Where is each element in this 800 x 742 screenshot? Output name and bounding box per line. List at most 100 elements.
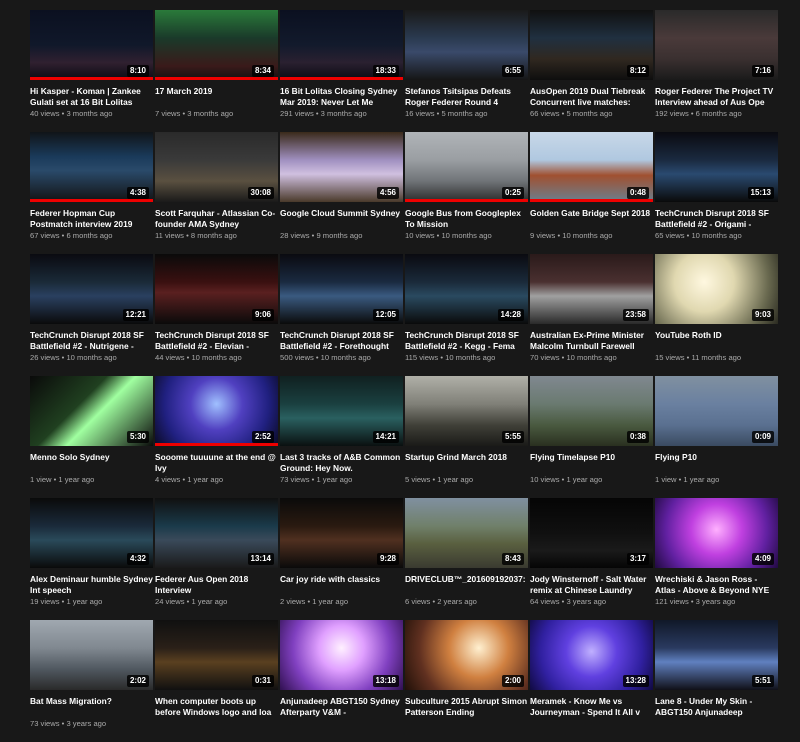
video-card[interactable]: 4:56 Google Cloud Summit Sydney 28 views…	[280, 132, 403, 254]
video-card[interactable]: 14:28 TechCrunch Disrupt 2018 SF Battlef…	[405, 254, 528, 376]
video-thumbnail[interactable]: 15:13	[655, 132, 778, 202]
video-thumbnail[interactable]: 8:10	[30, 10, 153, 80]
video-card[interactable]: 7:16 Roger Federer The Project TV Interv…	[655, 10, 778, 132]
video-card[interactable]: 8:34 17 March 2019 7 views • 3 months ag…	[155, 10, 278, 132]
video-card[interactable]: 5:55 Startup Grind March 2018 5 views • …	[405, 376, 528, 498]
video-title[interactable]: Anjunadeep ABGT150 Sydney Afterparty V&M…	[280, 696, 403, 717]
video-title[interactable]: Google Cloud Summit Sydney	[280, 208, 403, 229]
video-thumbnail[interactable]: 0:38	[530, 376, 653, 446]
video-card[interactable]: 5:30 Menno Solo Sydney 1 view • 1 year a…	[30, 376, 153, 498]
video-title[interactable]: Bat Mass Migration?	[30, 696, 153, 717]
video-card[interactable]: 2:02 Bat Mass Migration? 73 views • 3 ye…	[30, 620, 153, 742]
video-thumbnail[interactable]: 13:28	[530, 620, 653, 690]
video-thumbnail[interactable]: 14:28	[405, 254, 528, 324]
video-title[interactable]: 17 March 2019	[155, 86, 278, 107]
video-card[interactable]: 4:38 Federer Hopman Cup Postmatch interv…	[30, 132, 153, 254]
video-card[interactable]: 9:06 TechCrunch Disrupt 2018 SF Battlefi…	[155, 254, 278, 376]
video-thumbnail[interactable]: 9:06	[155, 254, 278, 324]
video-thumbnail[interactable]: 3:17	[530, 498, 653, 568]
video-card[interactable]: 9:28 Car joy ride with classics 2 views …	[280, 498, 403, 620]
video-title[interactable]: Flying Timelapse P10	[530, 452, 653, 473]
video-thumbnail[interactable]: 0:31	[155, 620, 278, 690]
video-thumbnail[interactable]: 13:18	[280, 620, 403, 690]
video-title[interactable]: Australian Ex-Prime Minister Malcolm Tur…	[530, 330, 653, 351]
video-thumbnail[interactable]: 4:32	[30, 498, 153, 568]
video-title[interactable]: Golden Gate Bridge Sept 2018	[530, 208, 653, 229]
video-card[interactable]: 12:05 TechCrunch Disrupt 2018 SF Battlef…	[280, 254, 403, 376]
video-thumbnail[interactable]: 0:48	[530, 132, 653, 202]
video-title[interactable]: Car joy ride with classics	[280, 574, 403, 595]
video-title[interactable]: Menno Solo Sydney	[30, 452, 153, 473]
video-title[interactable]: YouTube Roth ID	[655, 330, 778, 351]
video-card[interactable]: 5:51 Lane 8 - Under My Skin - ABGT150 An…	[655, 620, 778, 742]
video-card[interactable]: 4:09 Wrechiski & Jason Ross - Atlas - Ab…	[655, 498, 778, 620]
video-thumbnail[interactable]: 23:58	[530, 254, 653, 324]
video-thumbnail[interactable]: 0:25	[405, 132, 528, 202]
video-thumbnail[interactable]: 14:21	[280, 376, 403, 446]
video-thumbnail[interactable]: 8:43	[405, 498, 528, 568]
video-title[interactable]: TechCrunch Disrupt 2018 SF Battlefield #…	[280, 330, 403, 351]
video-card[interactable]: 12:21 TechCrunch Disrupt 2018 SF Battlef…	[30, 254, 153, 376]
video-title[interactable]: Stefanos Tsitsipas Defeats Roger Federer…	[405, 86, 528, 107]
video-card[interactable]: 13:18 Anjunadeep ABGT150 Sydney Afterpar…	[280, 620, 403, 742]
video-thumbnail[interactable]: 2:00	[405, 620, 528, 690]
video-thumbnail[interactable]: 6:55	[405, 10, 528, 80]
video-card[interactable]: 13:14 Federer Aus Open 2018 Interview 24…	[155, 498, 278, 620]
video-thumbnail[interactable]: 0:09	[655, 376, 778, 446]
video-title[interactable]: Flying P10	[655, 452, 778, 473]
video-thumbnail[interactable]: 13:14	[155, 498, 278, 568]
video-title[interactable]: Startup Grind March 2018	[405, 452, 528, 473]
video-card[interactable]: 0:31 When computer boots up before Windo…	[155, 620, 278, 742]
video-card[interactable]: 18:33 16 Bit Lolitas Closing Sydney Mar …	[280, 10, 403, 132]
video-thumbnail[interactable]: 4:56	[280, 132, 403, 202]
video-title[interactable]: 16 Bit Lolitas Closing Sydney Mar 2019: …	[280, 86, 403, 107]
video-title[interactable]: Scott Farquhar - Atlassian Co-founder AM…	[155, 208, 278, 229]
video-thumbnail[interactable]: 18:33	[280, 10, 403, 80]
video-title[interactable]: Jody Winsternoff - Salt Water remix at C…	[530, 574, 653, 595]
video-thumbnail[interactable]: 4:09	[655, 498, 778, 568]
video-card[interactable]: 8:12 AusOpen 2019 Dual Tiebreak Concurre…	[530, 10, 653, 132]
video-title[interactable]: Federer Hopman Cup Postmatch interview 2…	[30, 208, 153, 229]
video-title[interactable]: Roger Federer The Project TV Interview a…	[655, 86, 778, 107]
video-card[interactable]: 13:28 Meramek - Know Me vs Journeyman - …	[530, 620, 653, 742]
video-title[interactable]: TechCrunch Disrupt 2018 SF Battlefield #…	[30, 330, 153, 351]
video-title[interactable]: Last 3 tracks of A&B Common Ground: Hey …	[280, 452, 403, 473]
video-title[interactable]: TechCrunch Disrupt 2018 SF Battlefield #…	[655, 208, 778, 229]
video-thumbnail[interactable]: 5:51	[655, 620, 778, 690]
video-thumbnail[interactable]: 12:21	[30, 254, 153, 324]
video-title[interactable]: Federer Aus Open 2018 Interview	[155, 574, 278, 595]
video-thumbnail[interactable]: 12:05	[280, 254, 403, 324]
video-card[interactable]: 14:21 Last 3 tracks of A&B Common Ground…	[280, 376, 403, 498]
video-title[interactable]: AusOpen 2019 Dual Tiebreak Concurrent li…	[530, 86, 653, 107]
video-thumbnail[interactable]: 2:52	[155, 376, 278, 446]
video-card[interactable]: 8:10 Hi Kasper - Koman | Zankee Gulati s…	[30, 10, 153, 132]
video-thumbnail[interactable]: 8:12	[530, 10, 653, 80]
video-thumbnail[interactable]: 30:08	[155, 132, 278, 202]
video-thumbnail[interactable]: 5:30	[30, 376, 153, 446]
video-title[interactable]: Wrechiski & Jason Ross - Atlas - Above &…	[655, 574, 778, 595]
video-title[interactable]: Google Bus from Googleplex To Mission	[405, 208, 528, 229]
video-title[interactable]: Alex Deminaur humble Sydney Int speech	[30, 574, 153, 595]
video-card[interactable]: 3:17 Jody Winsternoff - Salt Water remix…	[530, 498, 653, 620]
video-thumbnail[interactable]: 8:34	[155, 10, 278, 80]
video-title[interactable]: TechCrunch Disrupt 2018 SF Battlefield #…	[155, 330, 278, 351]
video-title[interactable]: DRIVECLUB™_20160919203​7:	[405, 574, 528, 595]
video-card[interactable]: 0:09 Flying P10 1 view • 1 year ago	[655, 376, 778, 498]
video-thumbnail[interactable]: 9:28	[280, 498, 403, 568]
video-title[interactable]: Lane 8 - Under My Skin - ABGT150 Anjunad…	[655, 696, 778, 717]
video-card[interactable]: 6:55 Stefanos Tsitsipas Defeats Roger Fe…	[405, 10, 528, 132]
video-card[interactable]: 30:08 Scott Farquhar - Atlassian Co-foun…	[155, 132, 278, 254]
video-card[interactable]: 0:25 Google Bus from Googleplex To Missi…	[405, 132, 528, 254]
video-card[interactable]: 2:00 Subculture 2015 Abrupt Simon Patter…	[405, 620, 528, 742]
video-thumbnail[interactable]: 4:38	[30, 132, 153, 202]
video-title[interactable]: Hi Kasper - Koman | Zankee Gulati set at…	[30, 86, 153, 107]
video-card[interactable]: 8:43 DRIVECLUB™_20160919203​7: 6 views •…	[405, 498, 528, 620]
video-card[interactable]: 2:52 Sooome tuuuune at the end @ Ivy 4 v…	[155, 376, 278, 498]
video-title[interactable]: Meramek - Know Me vs Journeyman - Spend …	[530, 696, 653, 717]
video-card[interactable]: 0:48 Golden Gate Bridge Sept 2018 9 view…	[530, 132, 653, 254]
video-thumbnail[interactable]: 2:02	[30, 620, 153, 690]
video-title[interactable]: TechCrunch Disrupt 2018 SF Battlefield #…	[405, 330, 528, 351]
video-title[interactable]: When computer boots up before Windows lo…	[155, 696, 278, 717]
video-thumbnail[interactable]: 9:03	[655, 254, 778, 324]
video-card[interactable]: 0:38 Flying Timelapse P10 10 views • 1 y…	[530, 376, 653, 498]
